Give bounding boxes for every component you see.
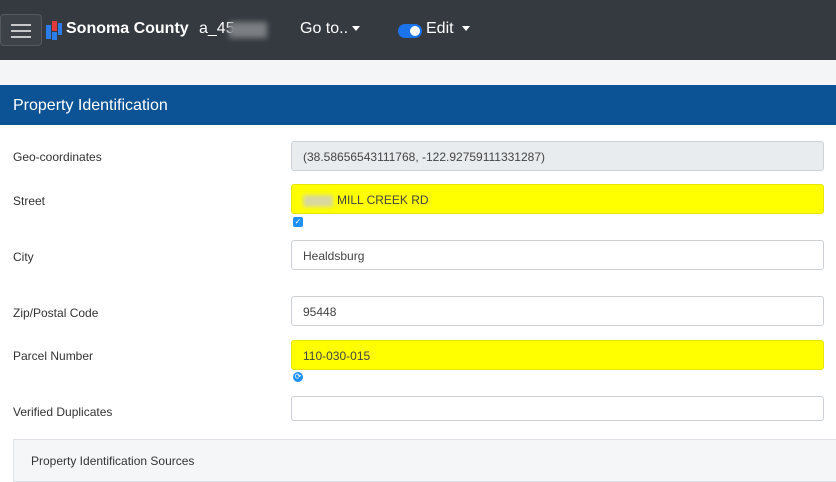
city-field[interactable]: Healdsburg (291, 240, 824, 270)
edit-dropdown[interactable]: Edit (426, 20, 470, 38)
street-field[interactable]: MILL CREEK RD (291, 184, 824, 214)
geo-coordinates-value: (38.58656543111768, -122.92759111331287) (303, 150, 545, 164)
hamburger-icon (11, 24, 31, 26)
hamburger-icon-line (11, 30, 31, 32)
street-verify-icon[interactable]: ✓ (293, 217, 303, 227)
county-logo-icon (46, 21, 62, 40)
goto-dropdown[interactable]: Go to.. (300, 20, 361, 38)
geo-coordinates-label: Geo-coordinates (13, 150, 102, 164)
verified-duplicates-label: Verified Duplicates (13, 405, 113, 419)
parcel-number-label: Parcel Number (13, 349, 94, 363)
top-navbar: Sonoma County a_45 Go to.. Edit (0, 0, 836, 60)
menu-toggle-button[interactable] (0, 14, 42, 46)
chevron-down-icon (461, 26, 470, 32)
edit-toggle-switch[interactable] (398, 24, 422, 38)
section-header: Property Identification (0, 85, 836, 125)
street-value: MILL CREEK RD (337, 193, 429, 207)
edit-label: Edit (426, 20, 454, 37)
parcel-number-value: 110-030-015 (303, 349, 371, 363)
hamburger-icon-line (11, 36, 31, 38)
parcel-number-field[interactable]: 110-030-015 (291, 340, 824, 370)
section-title: Property Identification (13, 97, 168, 114)
brand-title[interactable]: Sonoma County (66, 20, 189, 38)
sources-title: Property Identification Sources (31, 454, 195, 468)
goto-label: Go to.. (300, 20, 349, 37)
redacted-user-suffix (229, 22, 267, 38)
city-label: City (13, 250, 34, 264)
parcel-search-icon[interactable]: ⟳ (293, 372, 303, 382)
zip-label: Zip/Postal Code (13, 306, 99, 320)
property-identification-sources-panel[interactable]: Property Identification Sources (13, 439, 836, 482)
zip-field[interactable]: 95448 (291, 296, 824, 326)
geo-coordinates-field: (38.58656543111768, -122.92759111331287) (291, 141, 824, 171)
redacted-house-number (303, 194, 333, 207)
sub-toolbar (0, 60, 836, 85)
verified-duplicates-field[interactable] (291, 396, 824, 421)
zip-value: 95448 (303, 305, 337, 319)
city-value: Healdsburg (303, 249, 365, 263)
chevron-down-icon (352, 26, 361, 32)
street-label: Street (13, 194, 46, 208)
